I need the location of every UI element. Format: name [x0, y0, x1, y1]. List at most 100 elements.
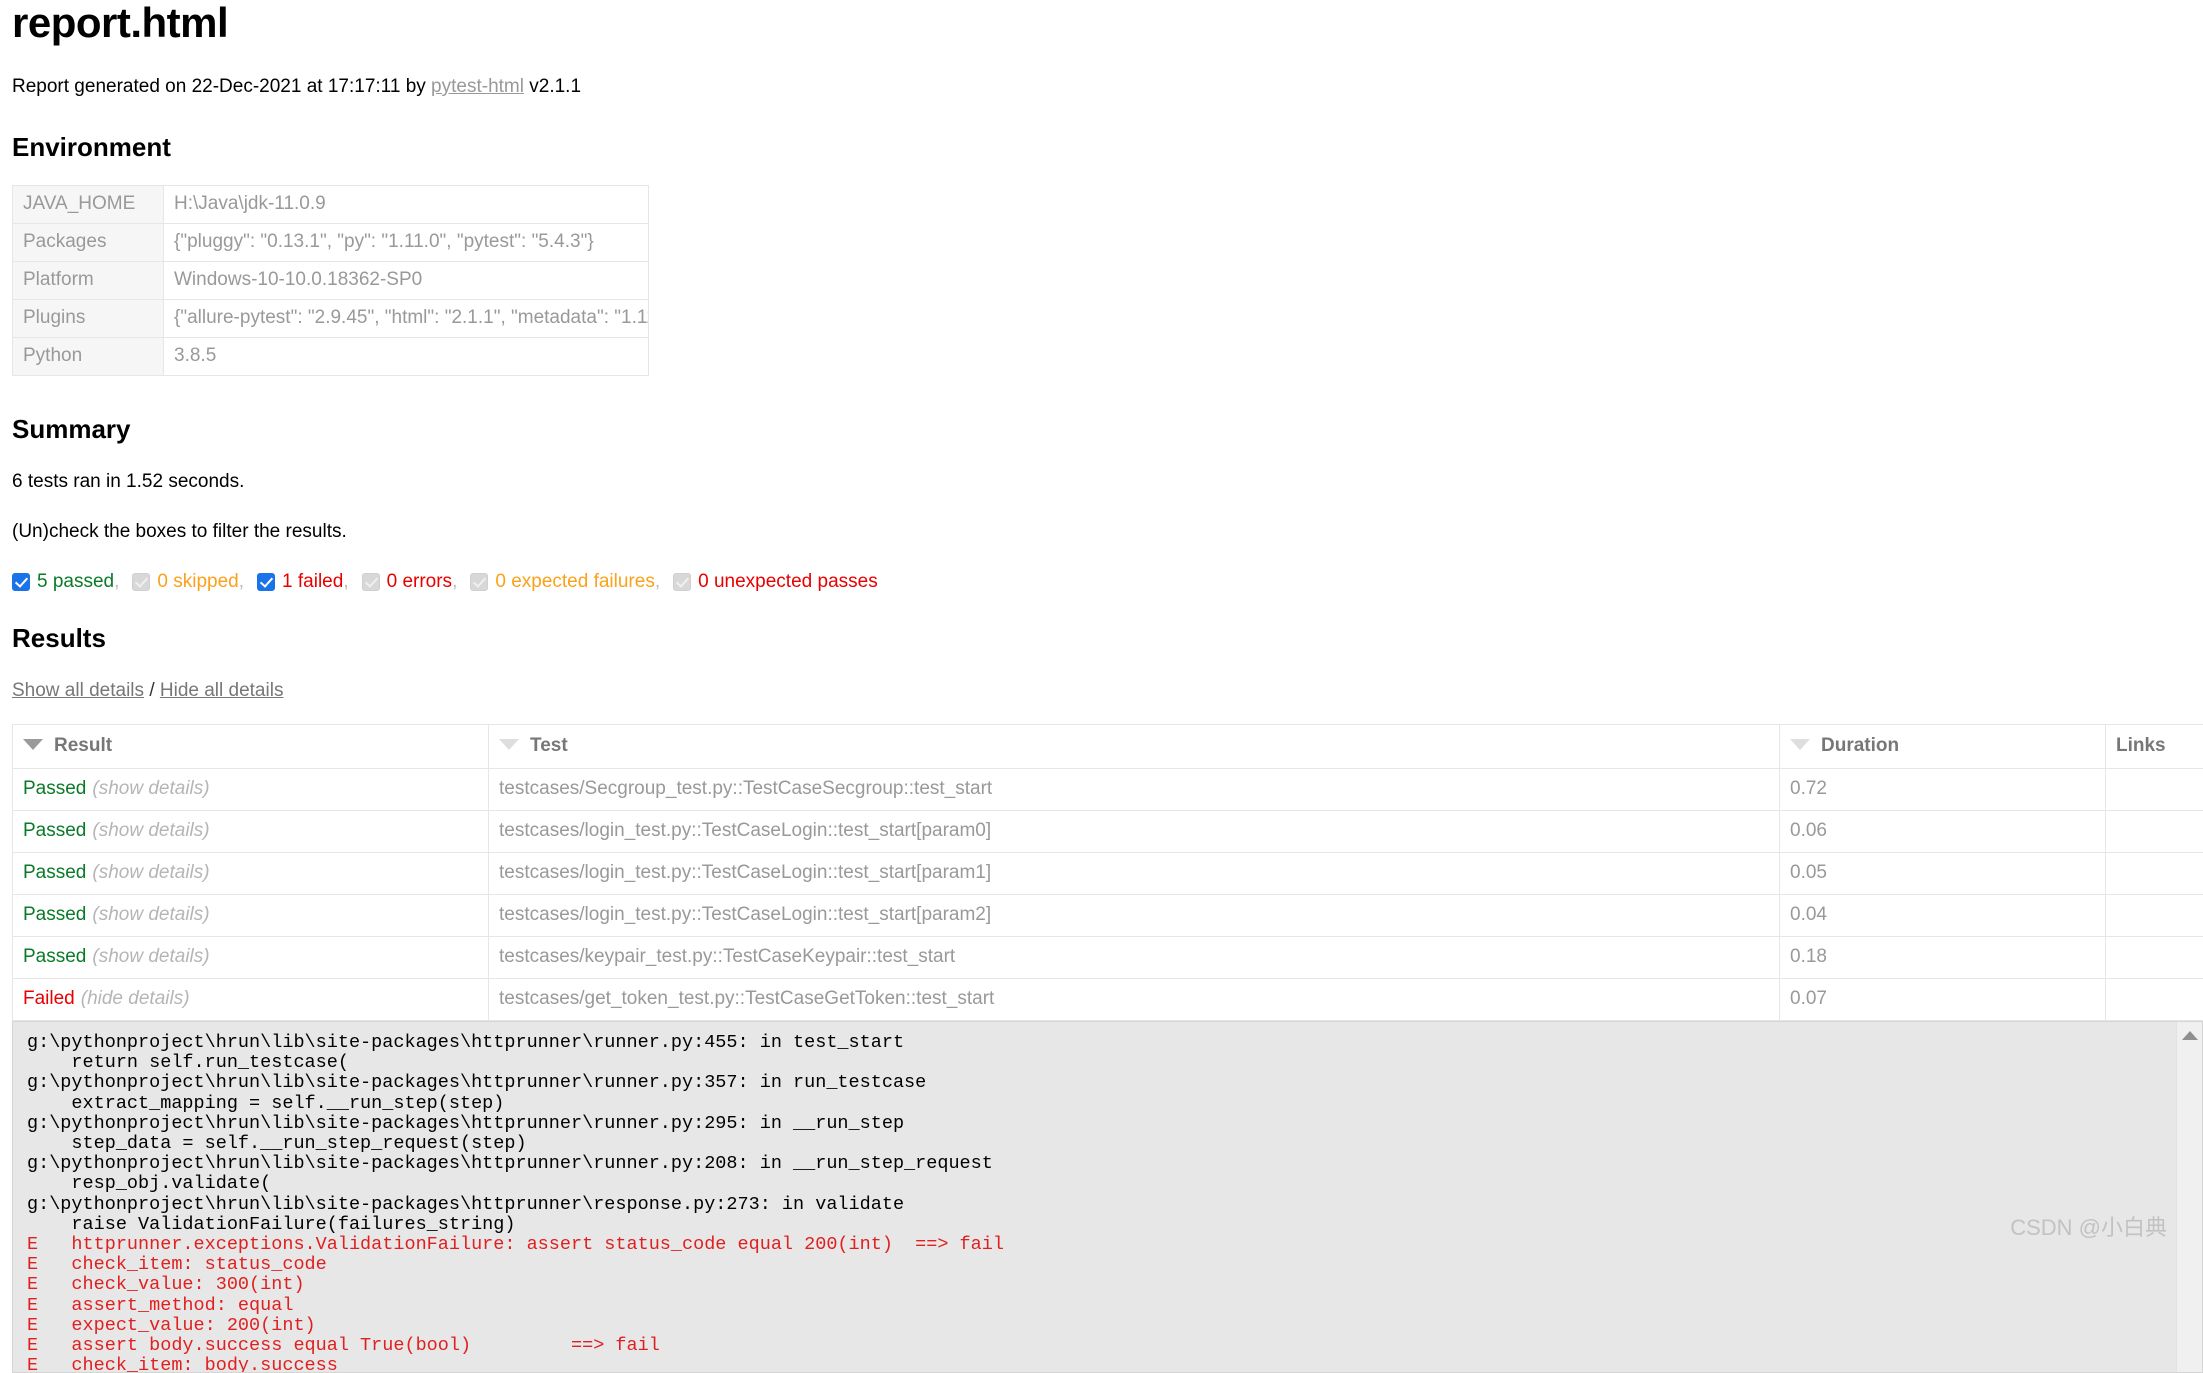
generated-at-word: at [307, 76, 323, 97]
env-key: Packages [13, 224, 164, 262]
check-icon [135, 574, 148, 588]
table-row: Packages {"pluggy": "0.13.1", "py": "1.1… [13, 224, 649, 262]
generated-date: 22-Dec-2021 [192, 76, 302, 97]
check-icon [676, 574, 689, 588]
table-row: Failed(hide details) testcases/get_token… [13, 979, 2203, 1021]
column-header-links: Links [2106, 725, 2203, 769]
test-name-cell: testcases/keypair_test.py::TestCaseKeypa… [489, 937, 1780, 979]
filter-expected-failures[interactable]: 0 expected failures, [470, 571, 660, 593]
hide-all-details-link[interactable]: Hide all details [160, 680, 284, 701]
checkbox-skipped[interactable] [132, 573, 150, 591]
toggle-details-link[interactable]: (show details) [92, 778, 209, 799]
links-cell [2106, 937, 2203, 979]
filter-unexpected-passes[interactable]: 0 unexpected passes [673, 571, 878, 593]
result-status-cell: Passed (show details) [13, 853, 489, 895]
environment-heading: Environment [12, 132, 2203, 163]
tool-version: v2.1.1 [529, 76, 581, 97]
filter-failed[interactable]: 1 failed, [257, 571, 349, 593]
toggle-details-link[interactable]: (show details) [92, 904, 209, 925]
test-name-cell: testcases/login_test.py::TestCaseLogin::… [489, 895, 1780, 937]
column-header-test[interactable]: Test [489, 725, 1780, 769]
failure-log-panel: g:\pythonproject\hrun\lib\site-packages\… [12, 1021, 2203, 1373]
filter-passed-comma: , [114, 571, 119, 593]
generated-prefix: Report generated on [12, 76, 186, 97]
checkbox-passed[interactable] [12, 573, 30, 591]
generated-by-word: by [406, 76, 426, 97]
table-row: JAVA_HOME H:\Java\jdk-11.0.9 [13, 186, 649, 224]
checkbox-unexpected-passes[interactable] [673, 573, 691, 591]
links-cell [2106, 853, 2203, 895]
show-all-details-link[interactable]: Show all details [12, 680, 144, 701]
check-icon [15, 574, 28, 588]
test-name-cell: testcases/login_test.py::TestCaseLogin::… [489, 811, 1780, 853]
toggle-details-link[interactable]: (hide details) [81, 988, 190, 1009]
check-icon [364, 574, 377, 588]
test-run-summary: 6 tests ran in 1.52 seconds. [12, 471, 2203, 493]
table-row: Passed (show details) testcases/keypair_t… [13, 937, 2203, 979]
traceback-errors: E httprunner.exceptions.ValidationFailur… [27, 1234, 1004, 1373]
filter-errors[interactable]: 0 errors, [362, 571, 458, 593]
duration-cell: 0.06 [1780, 811, 2106, 853]
result-filters: 5 passed, 0 skipped, 1 failed, 0 errors,… [12, 571, 2203, 593]
result-status-cell: Passed(show details) [13, 769, 489, 811]
env-value: 3.8.5 [164, 338, 649, 376]
traceback-plain: g:\pythonproject\hrun\lib\site-packages\… [27, 1032, 993, 1235]
filter-errors-label: 0 errors [387, 571, 452, 593]
env-value: {"allure-pytest": "2.9.45", "html": "2.1… [164, 300, 649, 338]
result-status-cell: Passed (show details) [13, 937, 489, 979]
column-header-duration[interactable]: Duration [1780, 725, 2106, 769]
check-icon [260, 574, 273, 588]
checkbox-expected-failures[interactable] [470, 573, 488, 591]
toggle-details-link[interactable]: (show details) [92, 946, 209, 967]
filter-passed[interactable]: 5 passed, [12, 571, 119, 593]
env-key: JAVA_HOME [13, 186, 164, 224]
detail-links-separator: / [149, 680, 154, 701]
checkbox-failed[interactable] [257, 573, 275, 591]
test-name-cell: testcases/login_test.py::TestCaseLogin::… [489, 853, 1780, 895]
traceback-text: g:\pythonproject\hrun\lib\site-packages\… [13, 1022, 2202, 1373]
status-badge: Passed [23, 862, 86, 883]
links-cell [2106, 979, 2203, 1021]
env-value: {"pluggy": "0.13.1", "py": "1.11.0", "py… [164, 224, 649, 262]
filter-passed-label: 5 passed [37, 571, 114, 593]
env-key: Plugins [13, 300, 164, 338]
scroll-up-arrow-icon[interactable] [2182, 1031, 2198, 1040]
column-header-result[interactable]: Result [13, 725, 489, 769]
results-table: Result Test Duration Links Passed(show d… [12, 724, 2203, 1021]
toggle-details-link[interactable]: (show details) [92, 820, 209, 841]
env-value: H:\Java\jdk-11.0.9 [164, 186, 649, 224]
duration-cell: 0.18 [1780, 937, 2106, 979]
environment-table-body: JAVA_HOME H:\Java\jdk-11.0.9 Packages {"… [13, 186, 649, 376]
results-header-row: Result Test Duration Links [13, 725, 2203, 769]
checkbox-errors[interactable] [362, 573, 380, 591]
table-row: Passed(show details) testcases/Secgroup_… [13, 769, 2203, 811]
duration-cell: 0.07 [1780, 979, 2106, 1021]
table-row: Passed(show details) testcases/login_tes… [13, 811, 2203, 853]
results-table-head: Result Test Duration Links [13, 725, 2203, 769]
filter-skipped[interactable]: 0 skipped, [132, 571, 244, 593]
pytest-html-link[interactable]: pytest-html [431, 76, 524, 97]
generated-info: Report generated on 22-Dec-2021 at 17:17… [12, 76, 2203, 98]
filter-skipped-label: 0 skipped [157, 571, 238, 593]
duration-cell: 0.04 [1780, 895, 2106, 937]
column-header-result-label: Result [54, 735, 112, 756]
sort-arrow-down-icon [23, 739, 43, 750]
test-name-cell: testcases/Secgroup_test.py::TestCaseSecg… [489, 769, 1780, 811]
result-status-cell: Passed(show details) [13, 811, 489, 853]
links-cell [2106, 811, 2203, 853]
table-row: Passed (show details) testcases/login_tes… [13, 853, 2203, 895]
env-key: Python [13, 338, 164, 376]
toggle-details-link[interactable]: (show details) [92, 862, 209, 883]
status-badge: Passed [23, 946, 86, 967]
generated-time: 17:17:11 [328, 76, 401, 97]
filter-errors-comma: , [452, 571, 457, 593]
table-row: Python 3.8.5 [13, 338, 649, 376]
column-header-links-label: Links [2116, 735, 2166, 756]
results-heading: Results [12, 623, 2203, 654]
status-badge: Passed [23, 904, 86, 925]
column-header-duration-label: Duration [1821, 735, 1899, 756]
log-scrollbar[interactable] [2176, 1022, 2202, 1372]
filter-failed-label: 1 failed [282, 571, 343, 593]
status-badge: Failed [23, 988, 75, 1009]
result-status-cell: Passed (show details) [13, 895, 489, 937]
